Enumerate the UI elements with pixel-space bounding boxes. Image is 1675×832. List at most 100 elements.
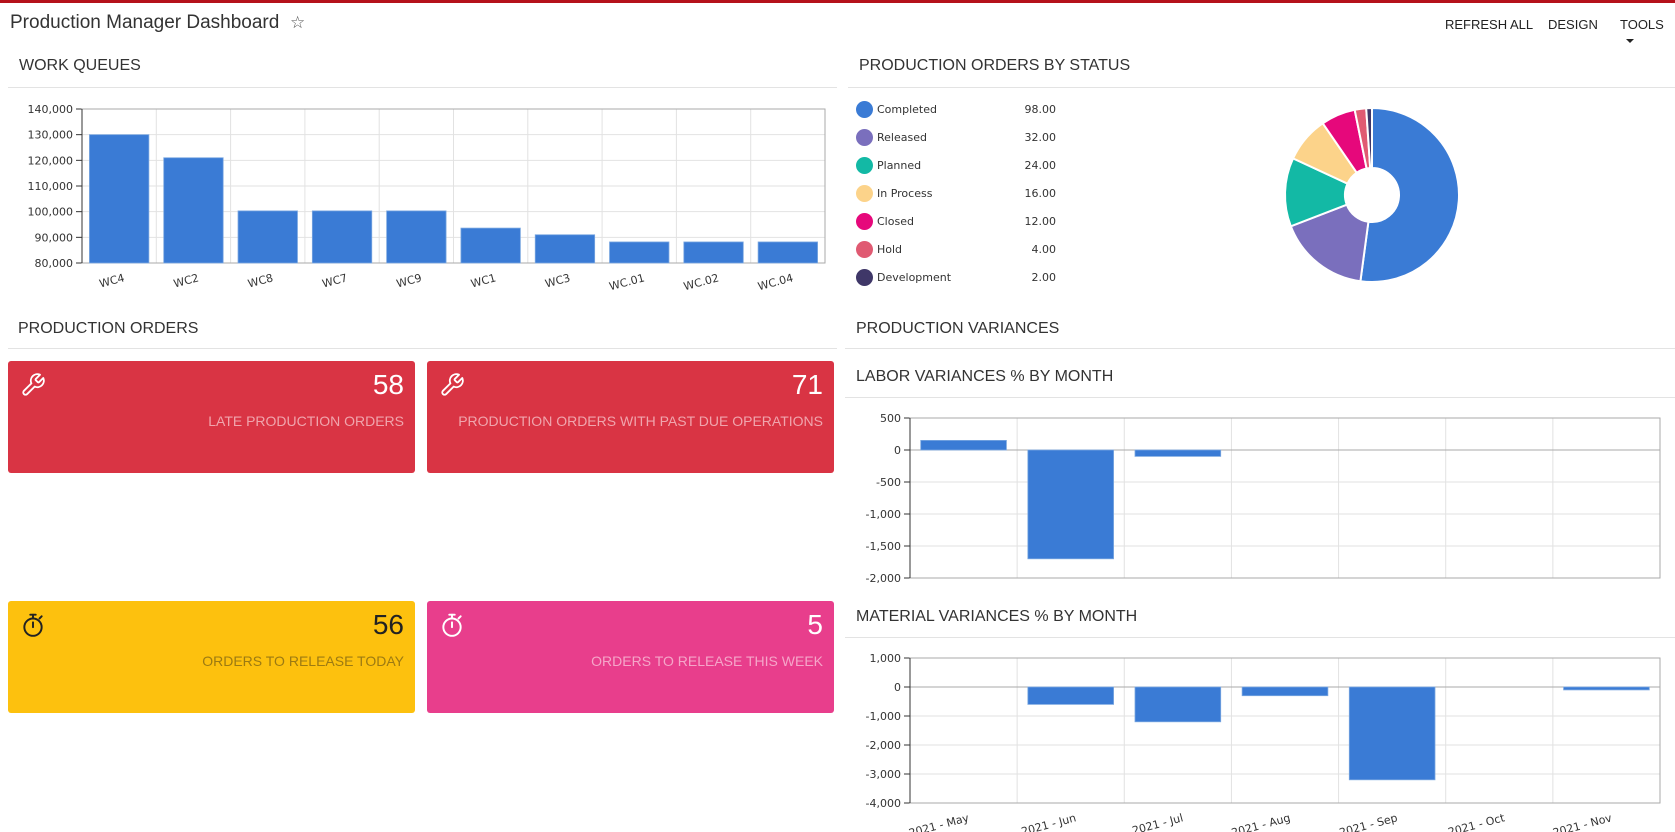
divider [848,87,1675,88]
bar-wc1[interactable] [460,227,521,264]
star-outline-icon[interactable]: ☆ [290,13,305,33]
legend-item-completed[interactable]: Completed 98.00 [856,100,1056,120]
production-orders-title: PRODUCTION ORDERS [18,320,199,337]
x-tick-label: WC.02 [682,271,720,293]
x-tick-label: WC.04 [756,271,794,293]
legend-swatch [856,185,873,202]
y-tick-label: 120,000 [28,154,74,167]
legend-item-planned[interactable]: Planned 24.00 [856,156,1056,176]
bar-wc7[interactable] [311,210,373,264]
bar-wc4[interactable] [89,134,150,264]
legend-item-in-process[interactable]: In Process 16.00 [856,184,1056,204]
bar-wc9[interactable] [386,210,447,264]
divider [8,348,837,349]
refresh-all-button[interactable]: REFRESH ALL [1445,17,1533,32]
bar-2021---jun[interactable] [1027,449,1114,560]
bar-wc3[interactable] [534,234,596,264]
tile-value: 56 [372,609,404,640]
y-tick-label: -2,000 [866,572,901,585]
material-variances-chart: -4,000 -3,000 -2,000 -1,000 0 1,000 2021 - May… [866,652,1661,832]
release-today-tile[interactable]: 56 ORDERS TO RELEASE TODAY [8,601,415,713]
legend-label: Completed [877,103,937,116]
x-tick-label: 2021 - Oct [1447,811,1507,832]
x-tick-label: WC3 [544,271,572,290]
stopwatch-icon [439,612,465,638]
bar-2021---jun[interactable] [1027,686,1114,705]
x-tick-label: WC7 [321,271,349,290]
tile-label: ORDERS TO RELEASE TODAY [202,653,404,669]
legend-label: Closed [877,215,914,228]
y-tick-label: -500 [876,476,901,489]
wrench-icon [20,372,46,398]
production-variances-title: PRODUCTION VARIANCES [856,320,1060,337]
work-queues-title: WORK QUEUES [19,57,141,74]
tile-value: 5 [807,609,823,640]
x-tick-label: 2021 - Jul [1131,811,1185,832]
tile-value: 71 [791,369,823,400]
legend-swatch [856,129,873,146]
design-button[interactable]: DESIGN [1548,17,1598,32]
bar-2021---jul[interactable] [1134,449,1222,457]
bar-wc-01[interactable] [609,241,670,264]
bar-2021---sep[interactable] [1348,686,1436,781]
legend-label: Planned [877,159,922,172]
orders-status-donut-chart [1284,106,1460,283]
legend-item-closed[interactable]: Closed 12.00 [856,212,1056,232]
past-due-operations-tile[interactable]: 71 PRODUCTION ORDERS WITH PAST DUE OPERA… [427,361,834,473]
legend-item-development[interactable]: Development 2.00 [856,268,1056,288]
tile-value: 58 [372,369,404,400]
x-tick-label: WC.01 [608,271,646,293]
work-queues-chart: 80,000 90,000 100,000 110,000 120,000 130,000… [28,103,826,293]
legend-value: 24.00 [1024,159,1057,172]
legend-item-hold[interactable]: Hold 4.00 [856,240,1056,260]
wrench-icon [439,372,465,398]
y-tick-label: 80,000 [35,257,74,270]
x-tick-label: WC2 [172,271,200,290]
tools-menu-button[interactable]: TOOLS [1620,17,1675,47]
legend-swatch [856,269,873,286]
page-title: Production Manager Dashboard [10,12,280,33]
y-tick-label: -3,000 [866,768,901,781]
tools-label: TOOLS [1620,17,1664,32]
bar-wc-02[interactable] [683,241,744,264]
slice-completed[interactable] [1359,106,1460,283]
divider [845,348,1675,349]
late-production-orders-tile[interactable]: 58 LATE PRODUCTION ORDERS [8,361,415,473]
caret-down-icon [1626,38,1634,43]
legend-label: Released [877,131,927,144]
tile-label: ORDERS TO RELEASE THIS WEEK [591,653,823,669]
legend-swatch [856,157,873,174]
x-tick-label: 2021 - Nov [1551,811,1613,832]
stopwatch-icon [20,612,46,638]
bar-wc2[interactable] [163,157,224,264]
x-tick-label: 2021 - Jun [1020,811,1078,832]
x-tick-label: WC4 [98,271,126,290]
bar-2021---may[interactable] [920,440,1007,451]
y-tick-label: 90,000 [35,231,74,244]
tile-label: PRODUCTION ORDERS WITH PAST DUE OPERATIO… [458,413,823,429]
x-tick-label: 2021 - Aug [1230,811,1292,832]
y-tick-label: -4,000 [866,797,901,810]
x-tick-label: WC8 [246,271,274,290]
y-tick-label: 0 [894,681,901,694]
bar-wc-04[interactable] [757,241,818,264]
page-header: Production Manager Dashboard ☆ REFRESH A… [0,3,1675,43]
legend-value: 98.00 [1024,103,1057,116]
bar-wc8[interactable] [237,210,298,264]
plot-frame [909,657,1661,804]
legend-swatch [856,241,873,258]
y-tick-label: 500 [880,412,901,425]
labor-variances-title: LABOR VARIANCES % BY MONTH [856,368,1114,385]
x-tick-label: WC9 [395,271,423,290]
divider [8,87,837,88]
x-tick-label: 2021 - May [907,811,970,832]
legend-item-released[interactable]: Released 32.00 [856,128,1056,148]
bar-2021---nov[interactable] [1563,686,1650,691]
bar-2021---aug[interactable] [1241,686,1329,697]
divider [845,397,1675,398]
legend-swatch [856,101,873,118]
legend-value: 32.00 [1024,131,1057,144]
release-this-week-tile[interactable]: 5 ORDERS TO RELEASE THIS WEEK [427,601,834,713]
bar-2021---jul[interactable] [1134,686,1222,723]
y-tick-label: -1,000 [866,508,901,521]
